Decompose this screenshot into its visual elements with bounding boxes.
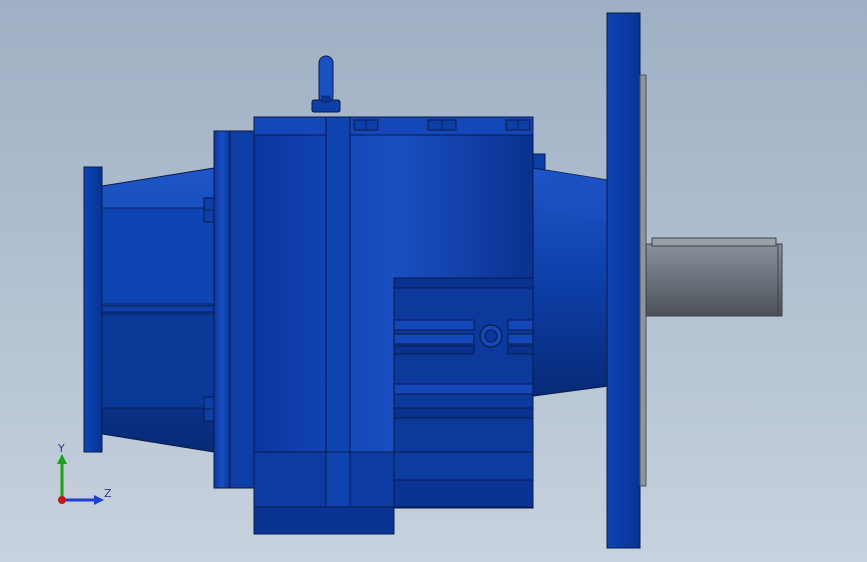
y-axis-arrowhead: [57, 454, 67, 464]
output-flange: [606, 12, 647, 549]
adapter-bolt-top: [203, 197, 215, 223]
motor-end-flange: [83, 166, 103, 453]
motor-adapter-cone: [101, 167, 215, 453]
output-shaft: [645, 237, 783, 317]
input-flange-plate: [213, 130, 255, 489]
housing-foot: [253, 451, 395, 535]
adapter-bolt-bottom: [203, 396, 215, 422]
triad-quadrant: [62, 480, 82, 500]
z-axis-arrowhead: [94, 495, 104, 505]
breather-plug: [311, 55, 341, 113]
output-cone: [532, 167, 609, 397]
oil-level-plug: [479, 324, 503, 348]
x-axis-dot: [58, 496, 66, 504]
orientation-triad: Y Z: [57, 442, 112, 505]
y-axis-label: Y: [57, 442, 65, 455]
3d-model-viewport[interactable]: [0, 0, 867, 562]
housing-rib-section: [393, 277, 534, 509]
z-axis-label: Z: [104, 487, 112, 500]
